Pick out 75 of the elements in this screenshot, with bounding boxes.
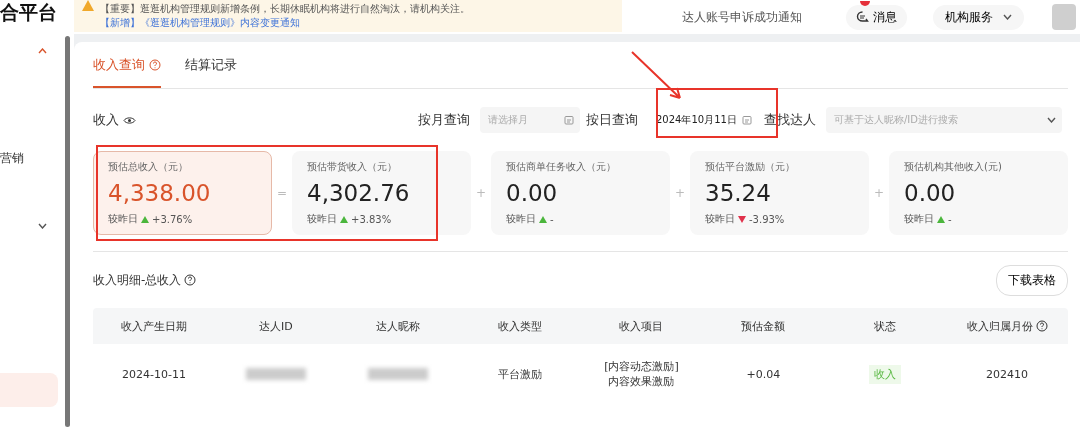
- compare-label: 较昨日: [506, 212, 536, 226]
- stat-label: 预估总收入（元）: [108, 160, 189, 174]
- column-header: 达人ID: [258, 318, 293, 334]
- column-header: 状态: [874, 318, 897, 334]
- download-button[interactable]: 下载表格: [996, 264, 1068, 296]
- stat-label: 预估商单任务收入（元）: [506, 160, 617, 174]
- blurred-placeholder: [245, 368, 306, 380]
- calendar-icon: [564, 115, 574, 125]
- stat-value: 0.00: [904, 180, 957, 206]
- stat-card[interactable]: 预估带货收入（元） 4,302.76 较昨日 +3.83%: [292, 151, 471, 235]
- stat-card[interactable]: 预估商单任务收入（元） 0.00 较昨日 -: [491, 151, 670, 235]
- filter-label: 查找达人: [764, 111, 816, 129]
- table-cell-text: [内容动态激励] 内容效果激励: [603, 359, 680, 389]
- tab[interactable]: 收入查询: [93, 56, 161, 88]
- chevron-icon[interactable]: [38, 223, 47, 229]
- operator-sign: =: [275, 186, 289, 200]
- table-cell-text: +0.04: [745, 367, 782, 381]
- tab[interactable]: 结算记录: [185, 56, 237, 88]
- chevron-icon: [1047, 117, 1056, 123]
- stat-card[interactable]: 预估机构其他收入(元) 0.00 较昨日 -: [889, 151, 1068, 235]
- table-cell-text: 202410: [985, 367, 1030, 381]
- table-cell-text: 平台激励: [496, 366, 543, 382]
- annotation-arrow: [630, 50, 684, 102]
- stat-value: 4,338.00: [108, 180, 212, 206]
- stat-value: 0.00: [506, 180, 559, 206]
- operator-sign: +: [872, 186, 886, 200]
- compare-label: 较昨日: [108, 212, 138, 226]
- eye-icon[interactable]: [123, 115, 136, 125]
- change-value: -3.93%: [749, 213, 785, 225]
- compare-label: 较昨日: [307, 212, 337, 226]
- messages-button[interactable]: 消息: [846, 4, 907, 30]
- column-header: 达人昵称: [375, 318, 420, 334]
- status-tag: 收入: [869, 364, 902, 384]
- operator-sign: +: [474, 186, 488, 200]
- stat-value: 4,302.76: [307, 180, 411, 206]
- stat-label: 预估平台激励（元）: [705, 160, 796, 174]
- sidebar-item[interactable]: 营销: [0, 150, 24, 167]
- notice-title[interactable]: 达人账号申诉成功通知: [682, 8, 802, 26]
- column-header: 收入产生日期: [120, 318, 187, 334]
- operator-sign: +: [673, 186, 687, 200]
- compare-label: 较昨日: [705, 212, 735, 226]
- filter-label: 按日查询: [586, 111, 638, 129]
- stat-label: 预估机构其他收入(元): [904, 160, 1003, 174]
- change-value: +3.83%: [351, 213, 392, 225]
- unread-badge: [860, 0, 870, 6]
- chevron-icon: [1003, 14, 1012, 20]
- stat-value: 35.24: [705, 180, 772, 206]
- notice-text: 【重要】逛逛机构管理规则新增条例，长期休眠机构将进行自然淘汰，请机构关注。: [100, 2, 470, 16]
- stat-card[interactable]: 预估总收入（元） 4,338.00 较昨日 +3.76%: [93, 151, 272, 235]
- column-header: 收入类型: [497, 318, 542, 334]
- section-title: 收入明细-总收入: [93, 271, 182, 289]
- section-title: 收入: [93, 111, 119, 129]
- change-value: +3.76%: [152, 213, 193, 225]
- help-icon: [1035, 320, 1048, 332]
- notice-link[interactable]: 【新增】《逛逛机构管理规则》内容变更通知: [100, 16, 470, 30]
- calendar-icon: [742, 115, 752, 125]
- help-icon: [149, 59, 161, 71]
- compare-label: 较昨日: [904, 212, 934, 226]
- warning-icon: [82, 0, 94, 11]
- column-header: 收入项目: [619, 318, 664, 334]
- blurred-placeholder: [367, 368, 428, 380]
- column-header: 预估金额: [741, 318, 786, 334]
- change-value: -: [948, 213, 952, 225]
- stat-label: 预估带货收入（元）: [307, 160, 398, 174]
- chat-icon: [856, 11, 869, 23]
- logo: 合平台: [0, 0, 57, 25]
- stat-card[interactable]: 预估平台激励（元） 35.24 较昨日 -3.93%: [690, 151, 869, 235]
- service-dropdown[interactable]: 机构服务: [933, 4, 1024, 30]
- scrollbar[interactable]: [65, 36, 70, 427]
- help-icon: [184, 274, 197, 286]
- change-value: -: [550, 213, 554, 225]
- chevron-icon[interactable]: [38, 48, 47, 54]
- table-cell-text: 2024-10-11: [120, 367, 187, 381]
- filter-label: 按月查询: [418, 111, 470, 129]
- column-header: 收入归属月份: [966, 318, 1033, 334]
